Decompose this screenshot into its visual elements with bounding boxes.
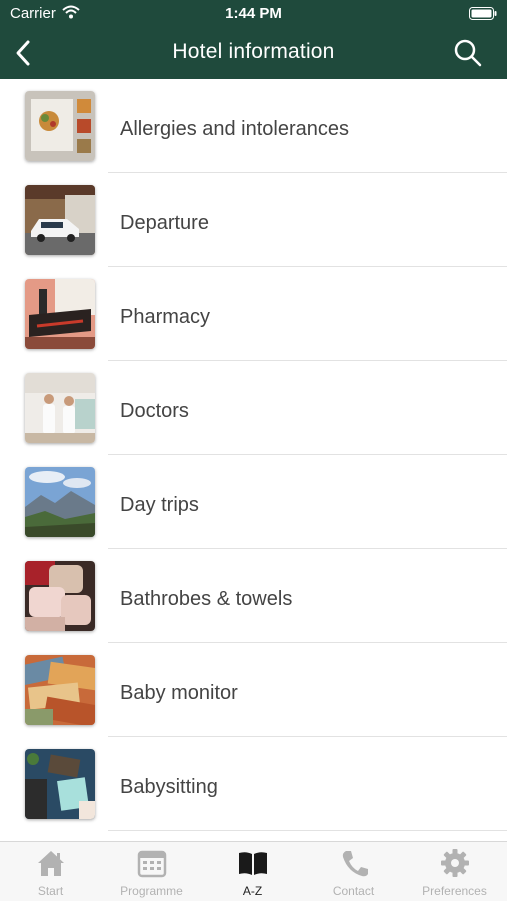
list-item-baby-monitor[interactable]: Baby monitor <box>0 643 507 737</box>
money-notes-image <box>25 655 95 725</box>
list-item-babysitting[interactable]: Babysitting <box>0 737 507 831</box>
status-time: 1:44 PM <box>225 5 282 22</box>
tab-programme[interactable]: Programme <box>101 842 202 901</box>
tab-contact[interactable]: Contact <box>303 842 404 901</box>
tab-bar: Start Programme A-Z Contact Preferences <box>0 841 507 901</box>
tab-label: Contact <box>332 884 375 898</box>
pharmacy-sign-image <box>25 279 95 349</box>
search-button[interactable] <box>453 38 483 68</box>
list-item-label: Pharmacy <box>120 306 211 328</box>
list-item-label: Bathrobes & towels <box>120 588 293 610</box>
page-title: Hotel information <box>172 40 335 63</box>
tab-label: Start <box>37 884 64 898</box>
tab-label: Preferences <box>422 884 487 898</box>
status-bar: Carrier 1:44 PM <box>0 0 507 28</box>
list-item-day-trips[interactable]: Day trips <box>0 455 507 549</box>
list-item-label: Babysitting <box>120 776 218 798</box>
list-item-pharmacy[interactable]: Pharmacy <box>0 267 507 361</box>
list-item-allergies[interactable]: Allergies and intolerances <box>0 79 507 173</box>
home-icon <box>38 851 64 876</box>
towels-image <box>25 561 95 631</box>
car-image <box>25 185 95 255</box>
gear-icon <box>441 849 469 877</box>
list-item-label: Baby monitor <box>120 682 238 704</box>
list-item-label: Doctors <box>120 400 189 422</box>
list-item-bathrobes[interactable]: Bathrobes & towels <box>0 549 507 643</box>
food-plate-image <box>25 91 95 161</box>
tab-a-z[interactable]: A-Z <box>202 842 303 901</box>
tab-label: A-Z <box>242 884 263 898</box>
mountain-image <box>25 467 95 537</box>
doctors-image <box>25 373 95 443</box>
navigation-bar: Hotel information <box>0 28 507 79</box>
phone-icon <box>342 851 368 877</box>
tab-label: Programme <box>120 884 183 898</box>
book-icon <box>239 852 267 875</box>
row-divider <box>108 830 507 831</box>
search-icon <box>454 39 482 67</box>
calendar-icon <box>137 850 167 878</box>
desk-image <box>25 749 95 819</box>
tab-start[interactable]: Start <box>0 842 101 901</box>
list-item-label: Day trips <box>120 494 199 516</box>
app-header: Carrier 1:44 PM Hotel information <box>0 0 507 79</box>
list-item-departure[interactable]: Departure <box>0 173 507 267</box>
tab-preferences[interactable]: Preferences <box>404 842 505 901</box>
list-item-doctors[interactable]: Doctors <box>0 361 507 455</box>
battery-icon <box>469 7 497 24</box>
hotel-info-list: Allergies and intolerances Departure Pha… <box>0 79 507 841</box>
list-item-label: Departure <box>120 212 209 234</box>
list-item-label: Allergies and intolerances <box>120 118 350 140</box>
